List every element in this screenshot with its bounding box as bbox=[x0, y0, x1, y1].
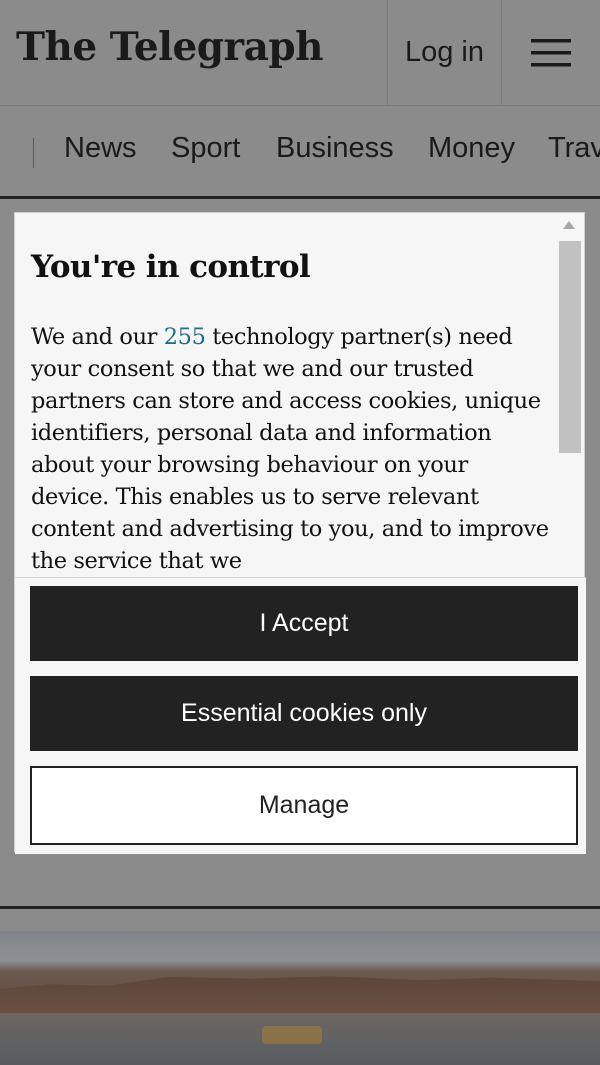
login-button[interactable]: Log in bbox=[388, 0, 501, 105]
consent-body: We and our 255 technology partner(s) nee… bbox=[31, 321, 551, 577]
menu-button[interactable] bbox=[502, 0, 600, 105]
site-logo[interactable]: The Telegraph bbox=[16, 24, 323, 70]
consent-body-text-rest: technology partner(s) need your consent … bbox=[31, 324, 549, 574]
article-photo[interactable] bbox=[0, 931, 600, 1065]
nav-item-partial[interactable] bbox=[0, 132, 2, 176]
photo-boat bbox=[262, 1026, 322, 1044]
content-strip bbox=[0, 852, 600, 909]
consent-title: You're in control bbox=[31, 249, 311, 285]
nav-item-news[interactable]: News bbox=[64, 132, 137, 165]
essential-cookies-button[interactable]: Essential cookies only bbox=[30, 676, 578, 751]
accept-button[interactable]: I Accept bbox=[30, 586, 578, 661]
partner-count-link[interactable]: 255 bbox=[164, 324, 206, 350]
scroll-up-arrow-icon[interactable] bbox=[563, 221, 575, 229]
consent-dialog: You're in control We and our 255 technol… bbox=[14, 212, 586, 854]
nav-item-travel[interactable]: Trav bbox=[548, 132, 600, 165]
nav-separator bbox=[33, 138, 34, 168]
nav-item-money[interactable]: Money bbox=[428, 132, 515, 165]
nav-item-sport[interactable]: Sport bbox=[171, 132, 240, 165]
manage-button[interactable]: Manage bbox=[30, 766, 578, 845]
photo-cliffs bbox=[0, 976, 600, 1013]
scrollbar-thumb[interactable] bbox=[559, 241, 581, 453]
site-header: The Telegraph Log in bbox=[0, 0, 600, 106]
hamburger-menu-icon bbox=[531, 38, 571, 66]
consent-scroll-area[interactable]: You're in control We and our 255 technol… bbox=[15, 213, 586, 577]
nav-item-business[interactable]: Business bbox=[276, 132, 394, 165]
section-nav: News Sport Business Money Trav bbox=[0, 106, 600, 199]
consent-body-text: We and our bbox=[31, 324, 164, 350]
consent-actions: I Accept Essential cookies only Manage bbox=[15, 577, 586, 854]
